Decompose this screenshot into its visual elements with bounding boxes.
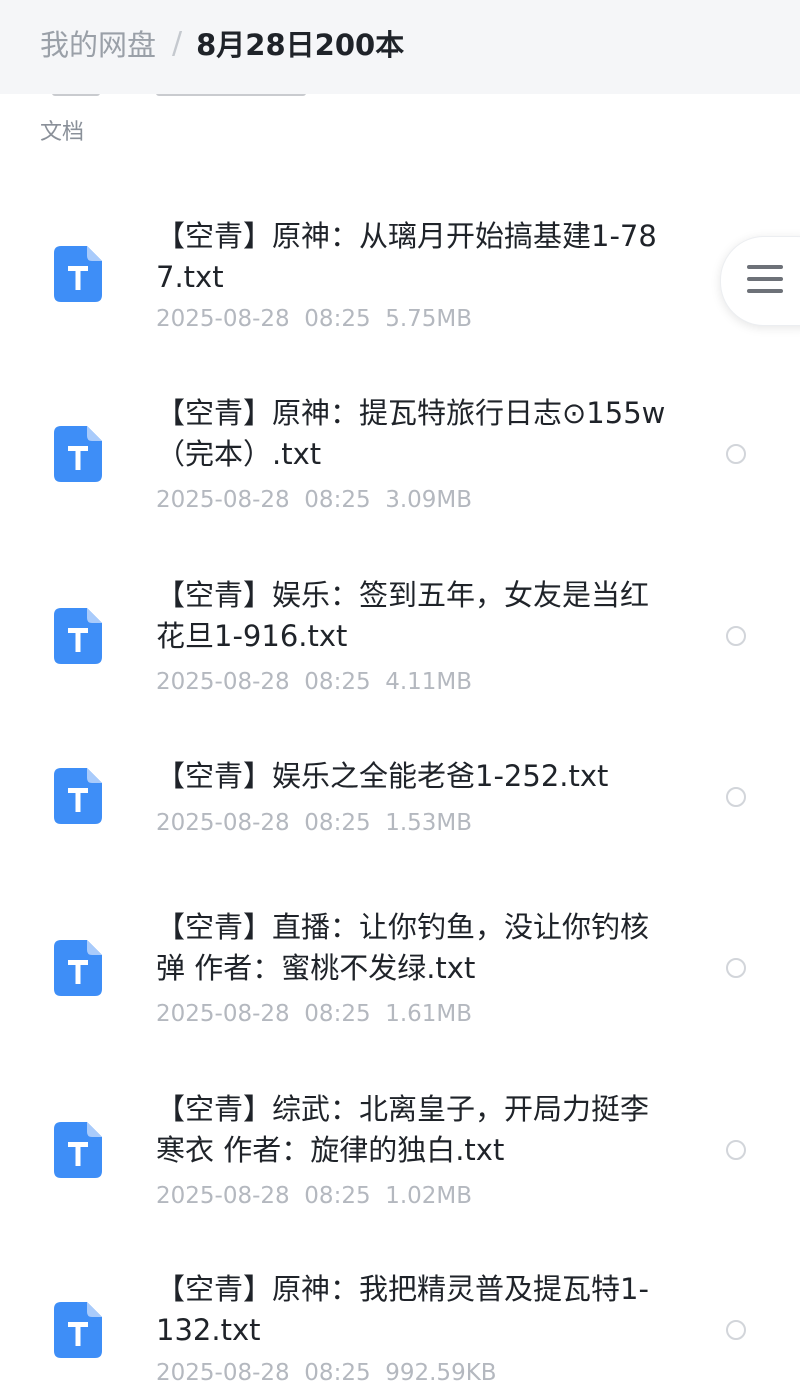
file-time: 08:25 [304,1183,371,1209]
scrolled-content-edge [0,94,800,102]
file-name: 【空青】娱乐：签到五年，女友是当红花旦1-916.txt [156,578,650,653]
menu-icon [747,265,783,297]
file-meta: 2025-08-28 08:25 5.75MB [156,306,472,332]
file-size: 1.53MB [385,810,473,836]
file-size: 3.09MB [385,487,473,513]
file-time: 08:25 [304,810,371,836]
select-radio[interactable] [726,787,746,807]
file-date: 2025-08-28 [156,306,290,332]
file-meta: 2025-08-28 08:25 1.61MB [156,1001,472,1027]
file-date: 2025-08-28 [156,1001,290,1027]
txt-file-icon [54,1302,102,1358]
file-meta: 2025-08-28 08:25 1.53MB [156,810,472,836]
file-size: 4.11MB [385,669,473,695]
file-name: 【空青】原神：提瓦特旅行日志⊙155w（完本）.txt [156,396,666,471]
txt-file-icon [54,426,102,482]
select-radio[interactable] [726,1320,746,1340]
file-name: 【空青】原神：从璃月开始搞基建1-787.txt [156,219,657,294]
file-size: 5.75MB [385,306,473,332]
file-name: 【空青】原神：我把精灵普及提瓦特1-132.txt [156,1272,649,1347]
select-radio[interactable] [726,1140,746,1160]
file-time: 08:25 [304,1360,371,1386]
file-meta: 2025-08-28 08:25 4.11MB [156,669,472,695]
floating-menu-button[interactable] [720,236,800,326]
txt-file-icon [54,246,102,302]
select-radio[interactable] [726,958,746,978]
file-meta: 2025-08-28 08:25 992.59KB [156,1360,497,1386]
file-name: 【空青】直播：让你钓鱼，没让你钓核弹 作者：蜜桃不发绿.txt [156,910,650,985]
file-name: 【空青】娱乐之全能老爸1-252.txt [156,759,609,793]
file-list-page: 我的网盘 / 8月28日200本 文档 【空青】原神：从璃月开始搞基建1-787… [0,0,800,1397]
txt-file-icon [54,608,102,664]
file-time: 08:25 [304,487,371,513]
file-name: 【空青】综武：北离皇子，开局力挺李寒衣 作者：旋律的独白.txt [156,1092,650,1167]
txt-file-icon [54,940,102,996]
file-date: 2025-08-28 [156,669,290,695]
file-size: 1.02MB [385,1183,473,1209]
file-time: 08:25 [304,669,371,695]
file-date: 2025-08-28 [156,1183,290,1209]
breadcrumb-root-link[interactable]: 我的网盘 [40,22,156,64]
file-date: 2025-08-28 [156,810,290,836]
file-date: 2025-08-28 [156,487,290,513]
select-radio[interactable] [726,444,746,464]
breadcrumb-separator: / [172,25,183,61]
breadcrumb: 我的网盘 / 8月28日200本 [40,20,404,66]
file-time: 08:25 [304,1001,371,1027]
txt-file-icon [54,1122,102,1178]
header-bar: 我的网盘 / 8月28日200本 [0,0,800,94]
section-label-documents: 文档 [40,120,85,145]
txt-file-icon [54,768,102,824]
file-meta: 2025-08-28 08:25 3.09MB [156,487,472,513]
file-meta: 2025-08-28 08:25 1.02MB [156,1183,472,1209]
file-date: 2025-08-28 [156,1360,290,1386]
breadcrumb-current-folder: 8月28日200本 [196,28,405,62]
file-size: 992.59KB [385,1360,497,1386]
file-time: 08:25 [304,306,371,332]
select-radio[interactable] [726,626,746,646]
file-size: 1.61MB [385,1001,473,1027]
